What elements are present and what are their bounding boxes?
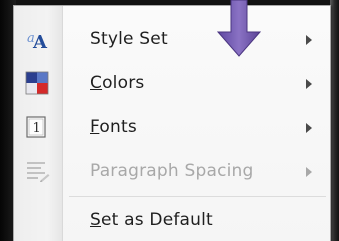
menu-item-style-set[interactable]: a A Style Set <box>14 18 330 62</box>
menu-item-label: Set as Default <box>90 210 213 230</box>
style-set-icon: a A <box>24 27 50 55</box>
menu-item-label: Colors <box>90 73 145 93</box>
menu-item-label: Fonts <box>90 117 137 137</box>
menu-item-fonts[interactable]: 1 Fonts <box>14 106 330 150</box>
menu-item-set-as-default[interactable]: Set as Default <box>14 198 330 241</box>
menu-item-label: Paragraph Spacing <box>90 161 254 181</box>
purple-down-arrow-icon <box>216 0 262 57</box>
svg-text:A: A <box>32 32 48 51</box>
svg-text:1: 1 <box>33 121 41 136</box>
menu-item-label: Style Set <box>90 29 168 49</box>
paragraph-spacing-icon <box>24 159 52 187</box>
menu-item-paragraph-spacing[interactable]: Paragraph Spacing <box>14 150 330 194</box>
style-set-dropdown-menu: a A Style Set Colors 1 Fonts Paragraph S… <box>13 5 331 241</box>
screenshot-stage: a A Style Set Colors 1 Fonts Paragraph S… <box>0 0 339 241</box>
background-right <box>330 0 339 241</box>
submenu-arrow-icon <box>306 123 312 133</box>
submenu-arrow-icon <box>306 167 312 177</box>
fonts-icon: 1 <box>24 115 50 143</box>
submenu-arrow-icon <box>306 35 312 45</box>
menu-separator <box>69 196 326 197</box>
menu-item-colors[interactable]: Colors <box>14 62 330 106</box>
submenu-arrow-icon <box>306 79 312 89</box>
colors-icon <box>24 70 50 100</box>
